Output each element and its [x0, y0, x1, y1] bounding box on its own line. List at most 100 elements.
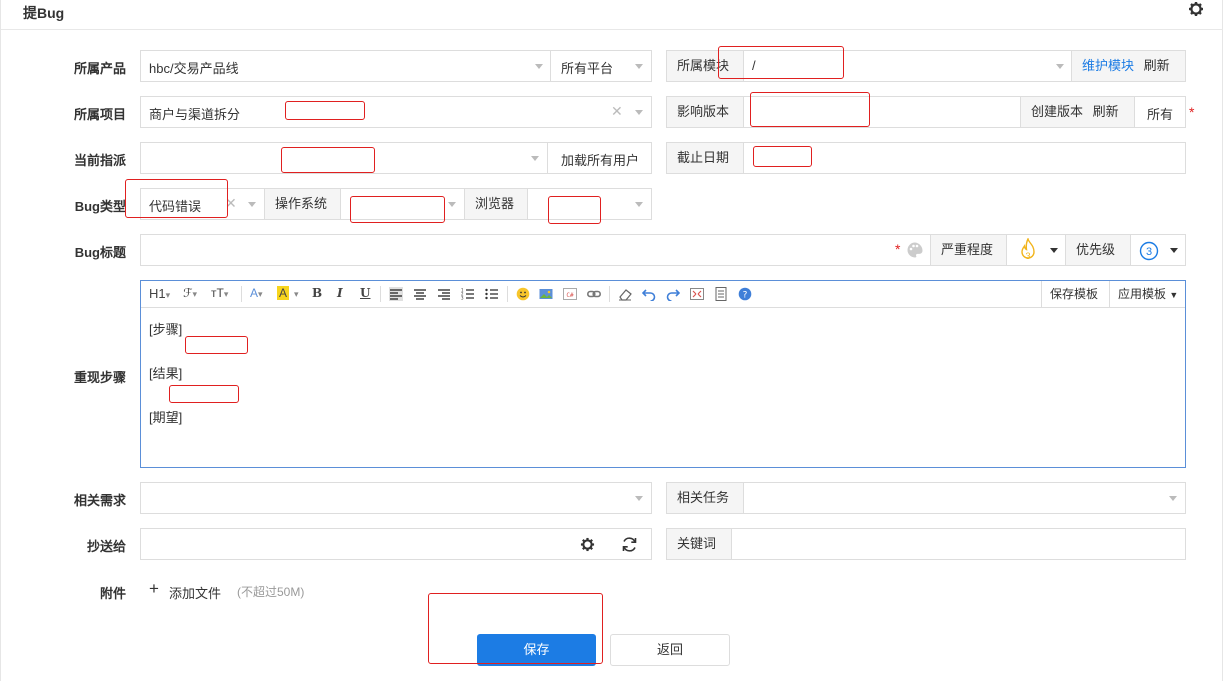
emoticon-icon[interactable]	[516, 287, 530, 301]
bullet-list-icon[interactable]	[485, 287, 499, 301]
code-icon[interactable]: C#	[563, 287, 577, 301]
cc-select[interactable]	[140, 528, 652, 560]
font-color-button[interactable]: A▾	[250, 286, 263, 300]
project-select[interactable]: 商户与渠道拆分 ✕	[140, 96, 652, 128]
browser-addon: 浏览器	[464, 188, 528, 220]
annotation-box	[169, 385, 239, 403]
gear-icon[interactable]	[580, 537, 595, 552]
redo-icon[interactable]	[666, 287, 680, 301]
apply-template-button[interactable]: 应用模板 ▼	[1109, 281, 1185, 307]
build-actions: 创建版本 刷新	[1020, 96, 1135, 128]
module-actions: 维护模块 刷新	[1071, 50, 1186, 82]
chevron-down-icon	[635, 496, 643, 501]
image-icon[interactable]	[539, 287, 553, 301]
annotation-box	[285, 101, 365, 120]
all-builds-checkbox[interactable]: 所有	[1134, 96, 1186, 128]
product-select[interactable]: hbc/交易产品线	[140, 50, 551, 82]
page: 提Bug 所属产品 hbc/交易产品线 所有平台 所属模块 / 维护模块 刷新 …	[0, 0, 1223, 681]
create-build-link[interactable]: 创建版本	[1031, 104, 1083, 119]
eraser-icon[interactable]	[618, 287, 632, 301]
required-mark: *	[1189, 104, 1195, 120]
gear-icon[interactable]	[1188, 1, 1204, 17]
align-left-icon[interactable]	[389, 287, 403, 301]
load-all-users-label: 加载所有用户	[561, 153, 640, 168]
steps-label: 重现步骤	[73, 370, 126, 385]
fullscreen-icon[interactable]	[690, 287, 704, 301]
keywords-addon: 关键词	[666, 528, 732, 560]
bug-title-label: Bug标题	[74, 245, 126, 260]
chevron-down-icon	[635, 110, 643, 115]
project-value: 商户与渠道拆分	[149, 107, 241, 122]
build-addon: 影响版本	[666, 96, 744, 128]
source-icon[interactable]	[714, 287, 728, 301]
annotation-box	[185, 336, 248, 354]
heading-button[interactable]: H1▾	[149, 286, 170, 301]
cc-label: 抄送给	[86, 539, 126, 554]
all-builds-label: 所有	[1147, 107, 1174, 122]
story-label: 相关需求	[73, 493, 126, 508]
flame-icon: 3	[1021, 238, 1035, 261]
bold-button[interactable]: B	[312, 286, 322, 300]
editor-line-expect: [期望]	[149, 410, 183, 425]
bug-title-input[interactable]: *	[140, 234, 931, 266]
palette-icon[interactable]	[906, 241, 924, 259]
steps-editor[interactable]: H1▾ ℱ▾ тT▾ A▾ A ▾ B I U 123 C# ? 保存模板 应用…	[140, 280, 1186, 468]
font-size-button[interactable]: тT▾	[211, 286, 228, 300]
underline-button[interactable]: U	[360, 286, 370, 300]
background-color-button[interactable]: A	[277, 286, 290, 300]
annotation-box	[718, 46, 844, 79]
required-mark: *	[895, 241, 901, 257]
chevron-down-icon	[531, 156, 539, 161]
maintain-module-link[interactable]: 维护模块	[1082, 58, 1134, 73]
build-refresh-link[interactable]: 刷新	[1093, 104, 1119, 119]
font-family-button[interactable]: ℱ▾	[183, 286, 197, 300]
story-select[interactable]	[140, 482, 652, 514]
chevron-down-icon	[635, 202, 643, 207]
chevron-down-icon	[535, 64, 543, 69]
assign-label: 当前指派	[73, 153, 126, 168]
priority-value: 3	[1146, 246, 1152, 258]
page-title: 提Bug	[23, 5, 65, 21]
priority-badge: 3	[1139, 241, 1159, 261]
product-value: hbc/交易产品线	[149, 61, 239, 76]
product-label: 所属产品	[73, 61, 126, 76]
platform-select[interactable]: 所有平台	[550, 50, 652, 82]
link-icon[interactable]	[587, 287, 601, 301]
annotation-box	[125, 179, 228, 218]
back-button[interactable]: 返回	[610, 634, 730, 666]
platform-value: 所有平台	[561, 61, 614, 76]
add-file-link[interactable]: 添加文件	[169, 583, 221, 602]
priority-addon: 优先级	[1065, 234, 1131, 266]
align-right-icon[interactable]	[437, 287, 451, 301]
chevron-down-icon: ▾	[294, 289, 299, 299]
priority-select[interactable]: 3	[1130, 234, 1186, 266]
project-label: 所属项目	[73, 107, 126, 122]
severity-select[interactable]: 3	[1006, 234, 1066, 266]
load-all-users-button[interactable]: 加载所有用户	[547, 142, 652, 174]
svg-text:3: 3	[461, 296, 464, 301]
italic-button[interactable]: I	[337, 286, 343, 300]
severity-value: 3	[1025, 251, 1030, 261]
keywords-input[interactable]	[731, 528, 1186, 560]
editor-line-steps: [步骤]	[149, 322, 183, 337]
align-center-icon[interactable]	[413, 287, 427, 301]
attachment-label: 附件	[99, 586, 126, 601]
save-template-button[interactable]: 保存模板	[1041, 281, 1110, 307]
os-addon: 操作系统	[264, 188, 341, 220]
chevron-down-icon	[1169, 496, 1177, 501]
chevron-down-icon	[248, 202, 256, 207]
task-addon: 相关任务	[666, 482, 744, 514]
module-refresh-link[interactable]: 刷新	[1144, 58, 1170, 73]
refresh-icon[interactable]	[621, 536, 638, 553]
clear-icon[interactable]: ✕	[611, 103, 623, 120]
undo-icon[interactable]	[642, 287, 656, 301]
svg-text:C#: C#	[566, 292, 574, 299]
toolbar-divider	[609, 286, 610, 302]
chevron-down-icon	[448, 202, 456, 207]
annotation-box	[753, 146, 812, 167]
help-icon[interactable]: ?	[738, 287, 752, 301]
annotation-box	[428, 593, 603, 664]
ordered-list-icon[interactable]: 123	[461, 287, 475, 301]
plus-icon[interactable]: +	[149, 579, 159, 599]
task-select[interactable]	[743, 482, 1186, 514]
